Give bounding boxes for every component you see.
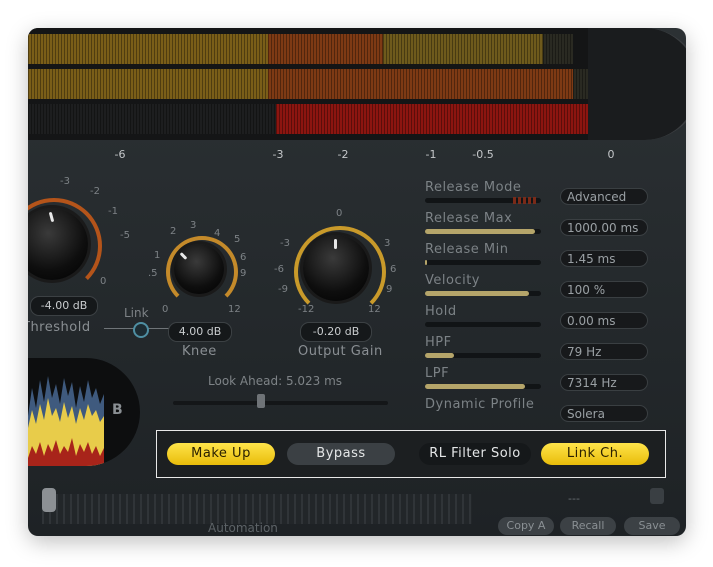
meter-input [28, 34, 638, 64]
knob-mark: 4 [214, 228, 221, 239]
release-max-slider[interactable] [425, 229, 541, 234]
knob-mark: 0 [100, 276, 107, 287]
knee-knob[interactable] [174, 244, 224, 294]
automation-label: Automation [208, 521, 278, 535]
recall-button[interactable]: Recall [560, 517, 616, 535]
output-gain-value[interactable]: -0.20 dB [300, 322, 372, 342]
param-label: LPF [425, 366, 450, 381]
knob-mark: 0 [336, 208, 343, 219]
knob-mark: -2 [90, 186, 100, 197]
knob-mark: -1 [108, 206, 118, 217]
knob-mark: 12 [228, 304, 241, 315]
lookahead-slider[interactable] [173, 401, 388, 405]
knob-mark: -6 [274, 264, 284, 275]
param-value[interactable]: Solera [560, 405, 648, 422]
save-button[interactable]: Save [624, 517, 680, 535]
param-value[interactable]: 7314 Hz [560, 374, 648, 391]
knob-mark: -3 [60, 176, 70, 187]
knob-section: -3 -2 -1 -5 0 -4.00 dB Threshold Link 2 … [28, 168, 408, 359]
knob-mark: 6 [390, 264, 397, 275]
param-value[interactable]: 100 % [560, 281, 648, 298]
knob-mark: 3 [190, 220, 197, 231]
knob-mark: -5 [120, 230, 130, 241]
hpf-slider[interactable] [425, 353, 541, 358]
knee-label: Knee [182, 344, 217, 359]
param-value[interactable]: Advanced [560, 188, 648, 205]
link-toggle[interactable] [133, 322, 149, 338]
knob-mark: -12 [298, 304, 315, 315]
velocity-slider[interactable] [425, 291, 541, 296]
knob-mark: .5 [148, 268, 158, 279]
meter-end-cap [588, 28, 686, 140]
automation-handle[interactable] [42, 488, 56, 512]
param-value[interactable]: 79 Hz [560, 343, 648, 360]
hold-slider[interactable] [425, 322, 541, 327]
meter-output [28, 69, 638, 99]
meter-scale: -6 -3 -2 -1 -0.5 0 [28, 148, 686, 164]
param-value[interactable]: 1000.00 ms [560, 219, 648, 236]
knob-mark: -3 [280, 238, 290, 249]
button-bar: Make Up Bypass RL Filter Solo Link Ch. [156, 430, 666, 478]
knob-mark: 3 [384, 238, 391, 249]
knob-mark: 6 [240, 252, 247, 263]
bypass-button[interactable]: Bypass [287, 443, 395, 465]
knob-mark: 0 [162, 304, 169, 315]
preset-value: --- [568, 492, 580, 505]
param-label: Hold [425, 304, 457, 319]
knob-indicator [179, 252, 188, 260]
param-value[interactable]: 0.00 ms [560, 312, 648, 329]
knob-mark: 9 [240, 268, 247, 279]
release-min-slider[interactable] [425, 260, 541, 265]
release-panel: Release Mode Advanced Release Max 1000.0… [413, 168, 686, 438]
threshold-label: Threshold [28, 320, 91, 335]
copy-button[interactable]: Copy A [498, 517, 554, 535]
scale-tick: -1 [425, 148, 437, 161]
mode-indicator [513, 197, 537, 204]
scale-tick: -6 [114, 148, 126, 161]
param-value[interactable]: 1.45 ms [560, 250, 648, 267]
param-label: Release Max [425, 211, 513, 226]
knob-mark: 2 [170, 226, 177, 237]
make-up-button[interactable]: Make Up [167, 443, 275, 465]
scale-tick: -2 [337, 148, 349, 161]
knee-value[interactable]: 4.00 dB [168, 322, 232, 342]
scale-tick: -0.5 [472, 148, 494, 161]
output-gain-knob[interactable] [303, 235, 369, 301]
param-label: HPF [425, 335, 452, 350]
param-label: Release Min [425, 242, 509, 257]
knob-mark: -9 [278, 284, 288, 295]
scope-badge: B [112, 402, 123, 418]
knob-mark: 1 [154, 250, 161, 261]
output-gain-label: Output Gain [298, 344, 383, 359]
knob-mark: 12 [368, 304, 381, 315]
meter-gain-reduction [28, 104, 638, 134]
rl-filter-solo-button[interactable]: RL Filter Solo [419, 443, 531, 465]
waveform-scope: B [28, 358, 140, 466]
param-label: Velocity [425, 273, 480, 288]
knob-mark: 9 [386, 284, 393, 295]
knob-mark: 5 [234, 234, 241, 245]
param-label: Dynamic Profile [425, 397, 535, 412]
scale-tick: 0 [607, 148, 615, 161]
param-label: Release Mode [425, 180, 522, 195]
lpf-slider[interactable] [425, 384, 541, 389]
automation-strip[interactable] [42, 494, 472, 524]
threshold-value[interactable]: -4.00 dB [30, 296, 98, 316]
release-mode-selector[interactable] [425, 197, 541, 204]
link-channels-button[interactable]: Link Ch. [541, 443, 649, 465]
knob-indicator [48, 211, 55, 223]
lookahead-thumb[interactable] [257, 394, 265, 408]
waveform-graph [28, 376, 104, 466]
lookahead-label: Look Ahead: 5.023 ms [208, 374, 343, 388]
link-label: Link [124, 306, 149, 320]
preset-arrow-button[interactable] [650, 488, 664, 504]
scale-tick: -3 [272, 148, 284, 161]
level-meters [28, 28, 638, 140]
knob-indicator [334, 239, 337, 249]
